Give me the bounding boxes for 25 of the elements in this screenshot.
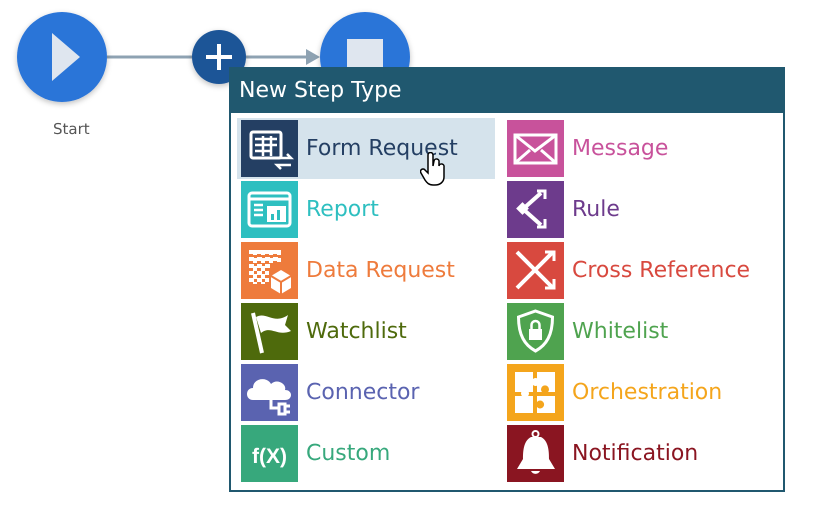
step-type-item[interactable]: Rule — [503, 179, 783, 240]
grid-cube-icon — [241, 242, 298, 299]
crossed-arrows-icon — [507, 242, 564, 299]
step-type-item[interactable]: Report — [237, 179, 495, 240]
step-type-item[interactable]: Cross Reference — [503, 240, 783, 301]
function-icon: f(X) — [241, 425, 298, 482]
cloud-plug-icon — [241, 364, 298, 421]
step-type-item[interactable]: Whitelist — [503, 301, 783, 362]
node-label: Start — [53, 120, 90, 138]
step-type-item[interactable]: Notification — [503, 423, 783, 484]
step-type-item[interactable]: Data Request — [237, 240, 495, 301]
start-node[interactable] — [17, 12, 107, 102]
popup-title: New Step Type — [231, 69, 783, 113]
flag-icon — [241, 303, 298, 360]
branch-arrows-icon — [507, 181, 564, 238]
chart-window-icon — [241, 181, 298, 238]
bell-icon — [507, 425, 564, 482]
puzzle-icon — [507, 364, 564, 421]
step-type-item[interactable]: f(X) Custom — [237, 423, 495, 484]
shield-lock-icon — [507, 303, 564, 360]
envelope-icon — [507, 120, 564, 177]
step-type-item[interactable]: Connector — [237, 362, 495, 423]
step-type-item[interactable]: Watchlist — [237, 301, 495, 362]
step-type-item[interactable]: Message — [503, 118, 783, 179]
table-icon — [241, 120, 298, 177]
